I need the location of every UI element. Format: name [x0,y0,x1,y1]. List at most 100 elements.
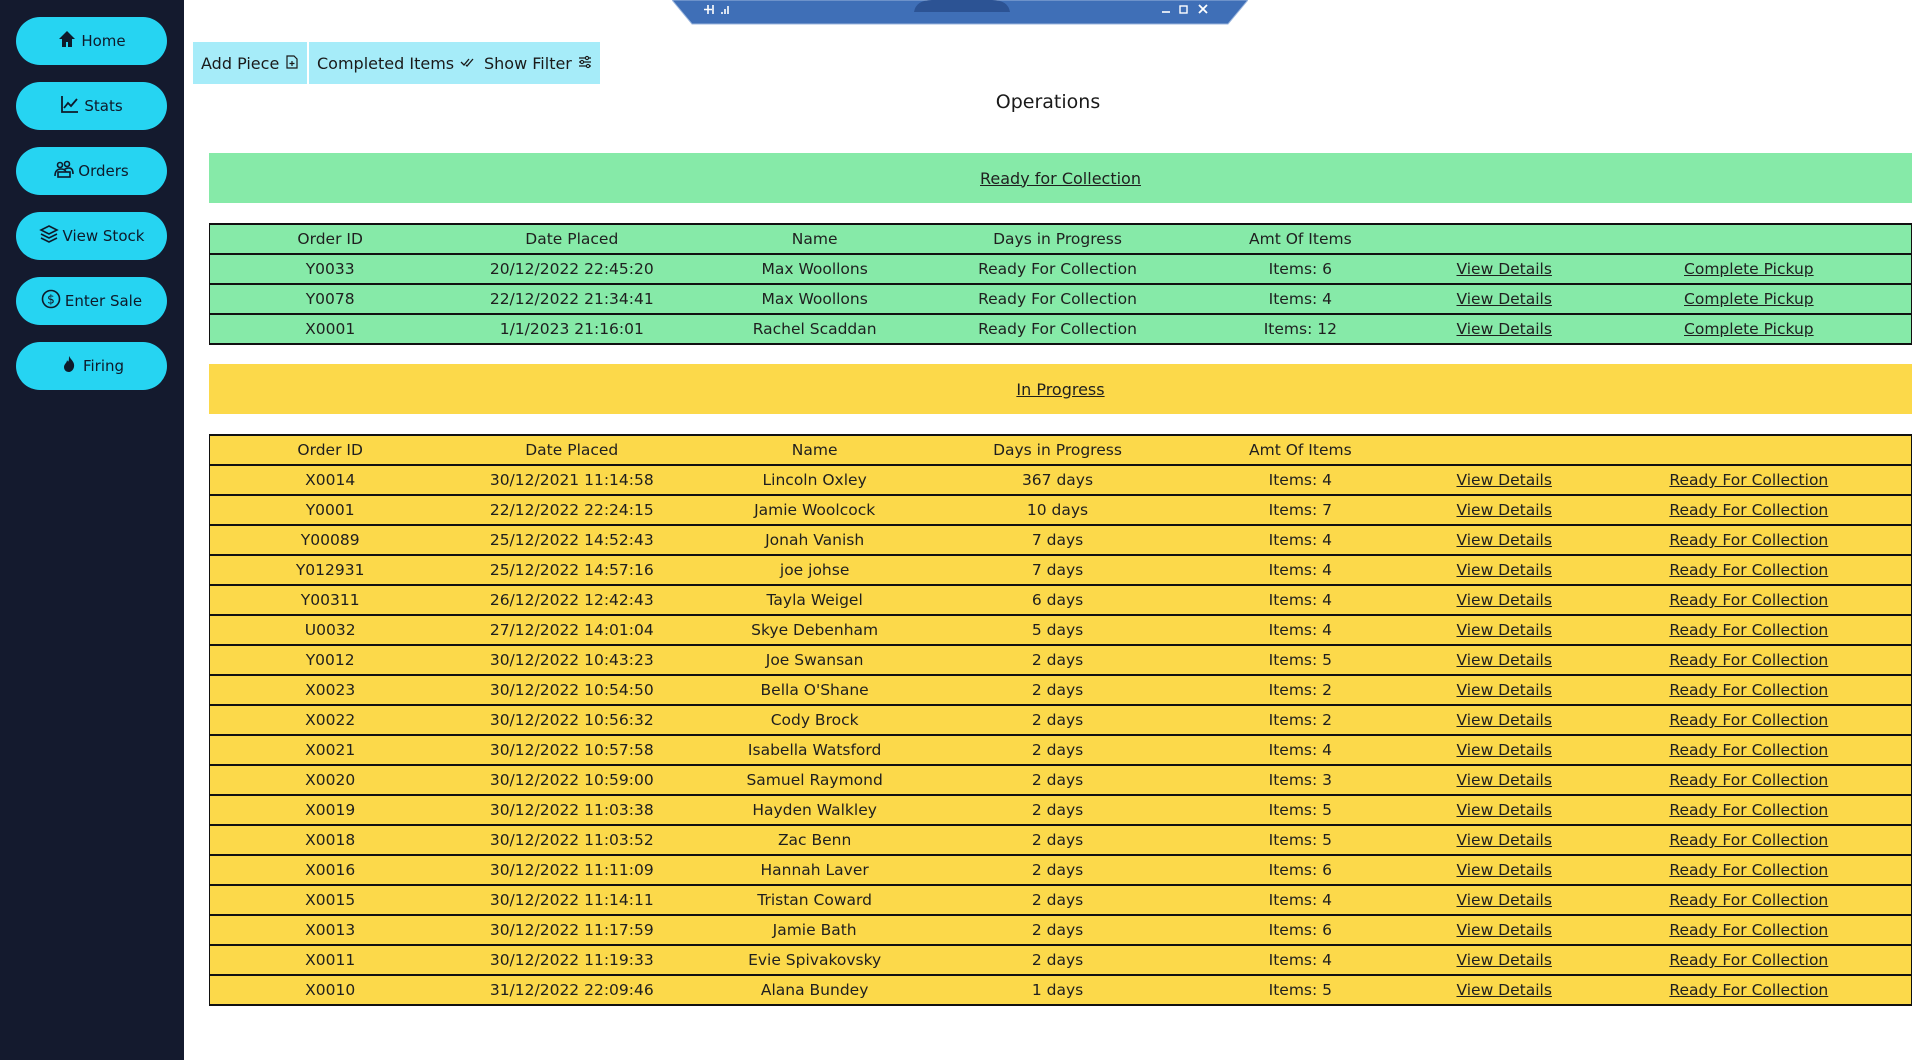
order-id-cell: Y0078 [209,283,451,315]
column-header: Name [693,223,937,255]
ready-for-collection-link[interactable]: Ready For Collection [1586,644,1912,676]
view-details-link[interactable]: View Details [1421,764,1587,796]
completed-items-button[interactable]: Completed Items [309,42,483,84]
order-id-cell: X0016 [209,854,451,886]
view-details-link[interactable]: View Details [1421,734,1587,766]
view-details-link[interactable]: View Details [1421,884,1587,916]
date-placed-cell: 30/12/2022 10:56:32 [450,704,694,736]
view-details-link[interactable]: View Details [1421,674,1587,706]
in-progress-table-body: X0014 30/12/2021 11:14:58 Lincoln Oxley 367… [209,464,1912,1006]
table-row: U0032 27/12/2022 14:01:04 Skye Debenham 5 d… [209,614,1912,646]
nav-home-label: Home [81,32,126,50]
order-id-cell: X0015 [209,884,451,916]
amount-items-cell: Items: 12 [1178,313,1422,345]
ready-for-collection-link[interactable]: Ready For Collection [1586,764,1912,796]
amount-items-cell: Items: 5 [1178,794,1422,826]
view-details-link[interactable]: View Details [1421,494,1587,526]
table-row: X0010 31/12/2022 22:09:46 Alana Bundey 1 da… [209,974,1912,1006]
order-id-cell: U0032 [209,614,451,646]
nav-home-button[interactable]: Home [16,17,167,65]
days-in-progress-cell: 2 days [936,794,1179,826]
amount-items-cell: Items: 3 [1178,764,1422,796]
ready-for-collection-link[interactable]: Ready For Collection [1586,944,1912,976]
complete-pickup-link[interactable]: Complete Pickup [1586,253,1912,285]
view-details-link[interactable]: View Details [1421,584,1587,616]
days-in-progress-cell: Ready For Collection [936,313,1179,345]
nav-enter-sale-button[interactable]: $ Enter Sale [16,277,167,325]
view-details-link[interactable]: View Details [1421,283,1587,315]
window-title-bar[interactable] [671,0,1249,26]
name-cell: Evie Spivakovsky [693,944,937,976]
dollar-icon: $ [41,289,61,313]
ready-for-collection-link[interactable]: Ready For Collection [1586,914,1912,946]
ready-for-collection-link[interactable]: Ready For Collection [1586,584,1912,616]
date-placed-cell: 25/12/2022 14:52:43 [450,524,694,556]
table-header-row: Order ID Date Placed Name Days in Progress A… [209,434,1912,466]
date-placed-cell: 25/12/2022 14:57:16 [450,554,694,586]
view-details-link[interactable]: View Details [1421,914,1587,946]
amount-items-cell: Items: 4 [1178,554,1422,586]
nav-orders-button[interactable]: Orders [16,147,167,195]
amount-items-cell: Items: 6 [1178,914,1422,946]
ready-for-collection-link[interactable]: Ready For Collection [1586,704,1912,736]
in-progress-section-heading[interactable]: In Progress [209,364,1912,414]
ready-for-collection-link[interactable]: Ready For Collection [1586,884,1912,916]
amount-items-cell: Items: 4 [1178,614,1422,646]
ready-for-collection-link[interactable]: Ready For Collection [1586,464,1912,496]
ready-for-collection-link[interactable]: Ready For Collection [1586,614,1912,646]
nav-view-stock-button[interactable]: View Stock [16,212,167,260]
view-details-link[interactable]: View Details [1421,854,1587,886]
complete-pickup-link[interactable]: Complete Pickup [1586,283,1912,315]
ready-for-collection-link[interactable]: Ready For Collection [1586,674,1912,706]
view-details-link[interactable]: View Details [1421,944,1587,976]
file-add-icon [285,54,299,73]
amount-items-cell: Items: 4 [1178,283,1422,315]
view-details-link[interactable]: View Details [1421,524,1587,556]
date-placed-cell: 30/12/2022 11:19:33 [450,944,694,976]
ready-for-collection-link[interactable]: Ready For Collection [1586,554,1912,586]
complete-pickup-link[interactable]: Complete Pickup [1586,313,1912,345]
view-details-link[interactable]: View Details [1421,313,1587,345]
view-details-link[interactable]: View Details [1421,794,1587,826]
view-details-link[interactable]: View Details [1421,974,1587,1006]
nav-firing-button[interactable]: Firing [16,342,167,390]
ready-for-collection-link[interactable]: Ready For Collection [1586,494,1912,526]
view-details-link[interactable]: View Details [1421,554,1587,586]
ready-for-collection-link[interactable]: Ready For Collection [1586,524,1912,556]
view-details-link[interactable]: View Details [1421,824,1587,856]
column-header: Amt Of Items [1178,223,1422,255]
home-icon [57,29,77,53]
nav-stats-button[interactable]: Stats [16,82,167,130]
ready-for-collection-link[interactable]: Ready For Collection [1586,824,1912,856]
name-cell: Hannah Laver [693,854,937,886]
amount-items-cell: Items: 6 [1178,253,1422,285]
ready-section-heading[interactable]: Ready for Collection [209,153,1912,203]
ready-for-collection-link[interactable]: Ready For Collection [1586,734,1912,766]
date-placed-cell: 1/1/2023 21:16:01 [450,313,694,345]
days-in-progress-cell: 2 days [936,914,1179,946]
show-filter-button[interactable]: Show Filter [476,42,600,84]
ready-table-body: Y0033 20/12/2022 22:45:20 Max Woollons Read… [209,253,1912,345]
order-id-cell: Y0012 [209,644,451,676]
layers-icon [38,224,59,248]
amount-items-cell: Items: 4 [1178,464,1422,496]
amount-items-cell: Items: 4 [1178,524,1422,556]
view-details-link[interactable]: View Details [1421,464,1587,496]
ready-for-collection-link[interactable]: Ready For Collection [1586,974,1912,1006]
view-details-link[interactable]: View Details [1421,614,1587,646]
view-details-link[interactable]: View Details [1421,253,1587,285]
name-cell: Bella O'Shane [693,674,937,706]
name-cell: Skye Debenham [693,614,937,646]
order-id-cell: X0013 [209,914,451,946]
table-row: X0022 30/12/2022 10:56:32 Cody Brock 2 days… [209,704,1912,736]
days-in-progress-cell: 10 days [936,494,1179,526]
page-title: Operations [995,91,1101,113]
ready-for-collection-link[interactable]: Ready For Collection [1586,854,1912,886]
view-details-link[interactable]: View Details [1421,704,1587,736]
date-placed-cell: 26/12/2022 12:42:43 [450,584,694,616]
ready-for-collection-link[interactable]: Ready For Collection [1586,794,1912,826]
view-details-link[interactable]: View Details [1421,644,1587,676]
add-piece-button[interactable]: Add Piece [193,42,308,84]
table-row: Y0012 30/12/2022 10:43:23 Joe Swansan 2 day… [209,644,1912,676]
amount-items-cell: Items: 5 [1178,824,1422,856]
